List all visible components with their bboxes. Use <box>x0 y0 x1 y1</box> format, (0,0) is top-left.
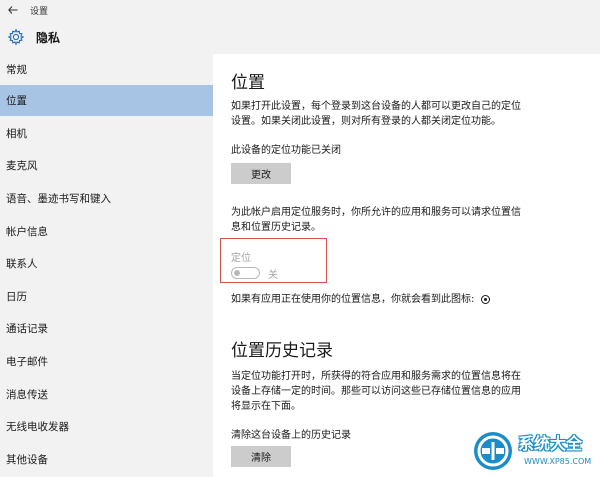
back-button[interactable] <box>0 0 26 20</box>
location-history-description-line-1: 当定位功能打开时，所获得的符合应用和服务需求的位置信息将在 <box>231 371 521 382</box>
sidebar-item-call-history[interactable]: 通话记录 <box>0 313 213 344</box>
sidebar-item-label: 通话记录 <box>6 323 48 335</box>
sidebar-item-microphone[interactable]: 麦克风 <box>0 150 213 181</box>
location-heading: 位置 <box>231 73 265 93</box>
sidebar-item-label: 消息传送 <box>6 389 48 401</box>
page-header: 隐私 <box>0 20 600 54</box>
change-button[interactable]: 更改 <box>231 163 291 184</box>
sidebar-item-location[interactable]: 位置 <box>0 85 213 116</box>
sidebar-item-radios[interactable]: 无线电收发器 <box>0 411 213 442</box>
location-history-description: 当定位功能打开时，所获得的符合应用和服务需求的位置信息将在 设备上存储一定的时间… <box>231 369 561 414</box>
gear-icon <box>6 27 26 47</box>
location-indicator-sentence: 如果有应用正在使用你的位置信息，你就会看到此图标: <box>231 294 475 305</box>
account-location-description: 为此帐户启用定位服务时，你所允许的应用和服务可以请求位置信 息和位置历史记录。 <box>231 205 561 235</box>
location-toggle-label: 定位 <box>231 253 251 264</box>
sidebar-item-calendar[interactable]: 日历 <box>0 281 213 312</box>
sidebar-item-general[interactable]: 常规 <box>0 54 213 85</box>
location-history-heading: 位置历史记录 <box>231 341 333 361</box>
sidebar-item-label: 常规 <box>6 64 27 76</box>
sidebar-item-label: 相机 <box>6 128 27 140</box>
sidebar-item-label: 帐户信息 <box>6 226 48 238</box>
location-toggle[interactable] <box>231 267 260 279</box>
sidebar: 常规 位置 相机 麦克风 语音、墨迹书写和键入 帐户信息 联系人 日历 通话记录… <box>0 54 213 477</box>
location-history-description-line-3: 将显示在下面。 <box>231 401 301 412</box>
sidebar-item-other-devices[interactable]: 其他设备 <box>0 444 213 475</box>
arrow-left-icon <box>8 6 18 14</box>
app-title: 设置 <box>30 6 49 17</box>
sidebar-item-speech-inking-typing[interactable]: 语音、墨迹书写和键入 <box>0 183 213 214</box>
location-description-line-2: 设置。如果关闭此设置，则对所有登录的人都关闭定位功能。 <box>231 116 501 127</box>
location-description-line-1: 如果打开此设置，每个登录到这台设备的人都可以更改自己的定位 <box>231 101 521 112</box>
sidebar-item-label: 联系人 <box>6 258 38 270</box>
watermark-brand: 系统大全 <box>518 434 583 453</box>
sidebar-item-label: 日历 <box>6 291 27 303</box>
sidebar-item-label: 无线电收发器 <box>6 421 69 433</box>
sidebar-item-account-info[interactable]: 帐户信息 <box>0 216 213 247</box>
section-title: 隐私 <box>36 30 61 45</box>
watermark-url: WWW.XP85.COM <box>524 457 592 466</box>
sidebar-item-camera[interactable]: 相机 <box>0 118 213 149</box>
sidebar-item-label: 电子邮件 <box>6 356 48 368</box>
account-location-description-line-2: 息和位置历史记录。 <box>231 222 321 233</box>
location-in-use-icon <box>480 294 490 304</box>
sidebar-item-contacts[interactable]: 联系人 <box>0 248 213 279</box>
sidebar-item-label: 位置 <box>6 95 27 107</box>
sidebar-item-label: 麦克风 <box>6 160 38 172</box>
watermark: 系统大全 WWW.XP85.COM <box>468 426 600 477</box>
watermark-logo-icon <box>474 432 512 470</box>
account-location-description-line-1: 为此帐户启用定位服务时，你所允许的应用和服务可以请求位置信 <box>231 207 521 218</box>
location-indicator-text: 如果有应用正在使用你的位置信息，你就会看到此图标: <box>231 292 591 307</box>
content-pane: 位置 如果打开此设置，每个登录到这台设备的人都可以更改自己的定位 设置。如果关闭… <box>213 54 600 477</box>
sidebar-item-label: 其他设备 <box>6 454 48 466</box>
sidebar-item-messaging[interactable]: 消息传送 <box>0 379 213 410</box>
title-bar: 设置 <box>0 0 600 20</box>
clear-button[interactable]: 清除 <box>231 446 291 467</box>
sidebar-item-label: 语音、墨迹书写和键入 <box>6 193 111 205</box>
toggle-knob <box>234 269 240 276</box>
sidebar-item-email[interactable]: 电子邮件 <box>0 346 213 377</box>
location-description: 如果打开此设置，每个登录到这台设备的人都可以更改自己的定位 设置。如果关闭此设置… <box>231 99 561 129</box>
location-history-description-line-2: 设备上存储一定的时间。那些可以访问这些已存储位置信息的应用 <box>231 386 521 397</box>
location-toggle-state: 关 <box>268 270 278 281</box>
settings-window: 设置 隐私 常规 位置 相机 麦克风 语音、墨迹书写和键入 帐户信息 联系人 日… <box>0 0 600 477</box>
device-location-status: 此设备的定位功能已关闭 <box>231 145 341 156</box>
